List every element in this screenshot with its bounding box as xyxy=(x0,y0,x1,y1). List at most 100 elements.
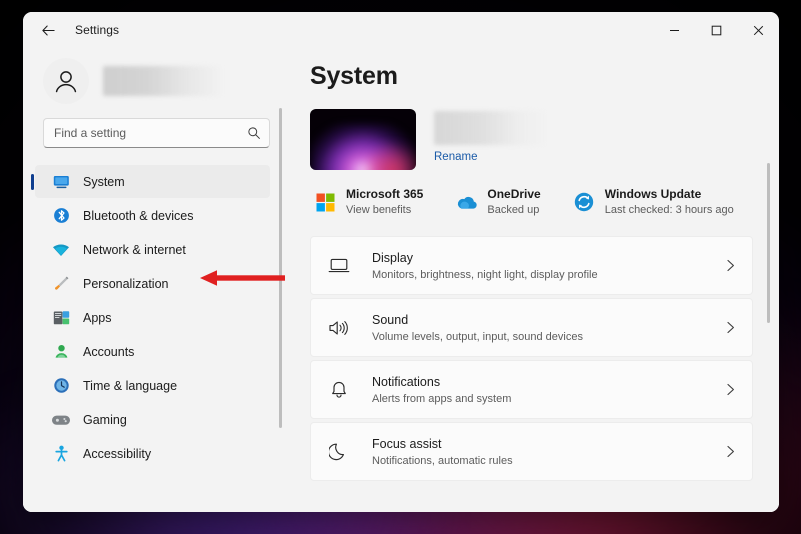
sidebar-item-label: Bluetooth & devices xyxy=(83,208,194,223)
monitor-outline-icon xyxy=(325,254,353,278)
apps-grid-icon xyxy=(51,309,71,327)
bluetooth-icon xyxy=(51,207,71,225)
sidebar-item-label: Apps xyxy=(83,310,112,325)
account-person-icon xyxy=(51,343,71,361)
sidebar-item-system[interactable]: System xyxy=(35,165,270,198)
status-card-onedrive[interactable]: OneDrive Backed up xyxy=(451,184,546,220)
chevron-right-icon xyxy=(723,383,737,396)
sidebar-item-accounts[interactable]: Accounts xyxy=(35,335,270,368)
status-card-subtitle: View benefits xyxy=(346,204,412,217)
maximize-button[interactable] xyxy=(695,12,737,48)
sidebar-item-accessibility[interactable]: Accessibility xyxy=(35,437,270,470)
window-controls xyxy=(653,12,779,48)
gamepad-icon xyxy=(51,411,71,429)
main-content: System Rename Microsoft 365 View benefit… xyxy=(288,48,779,512)
setting-row-subtitle: Volume levels, output, input, sound devi… xyxy=(372,330,583,343)
setting-row-title: Focus assist xyxy=(372,436,442,451)
minimize-button[interactable] xyxy=(653,12,695,48)
status-card-title: Microsoft 365 xyxy=(346,187,424,201)
status-card-subtitle: Last checked: 3 hours ago xyxy=(604,204,734,217)
speaker-icon xyxy=(325,316,353,340)
sidebar: System Bluetooth & devices xyxy=(23,48,288,512)
settings-list: Display Monitors, brightness, night ligh… xyxy=(310,236,753,484)
setting-row-subtitle: Alerts from apps and system xyxy=(372,392,512,405)
desktop-background: Settings Find a setting System Bluetooth… xyxy=(0,0,801,534)
onedrive-cloud-icon xyxy=(454,190,478,214)
window-body: System Bluetooth & devices xyxy=(23,48,779,512)
person-icon xyxy=(55,71,77,93)
setting-row-text: Notifications Alerts from apps and syste… xyxy=(372,374,723,407)
thumbnail-glow-red xyxy=(362,142,416,170)
close-icon xyxy=(753,25,763,35)
setting-row-title: Display xyxy=(372,250,413,265)
rename-link[interactable]: Rename xyxy=(434,151,477,163)
sidebar-item-apps[interactable]: Apps xyxy=(35,301,270,334)
maximize-icon xyxy=(711,25,721,35)
status-card-subtitle: Backed up xyxy=(487,204,540,217)
account-name-redacted xyxy=(103,66,223,96)
search-icon[interactable] xyxy=(247,126,261,140)
chevron-right-icon xyxy=(723,445,737,458)
sidebar-item-gaming[interactable]: Gaming xyxy=(35,403,270,436)
main-scrollbar[interactable] xyxy=(767,163,770,323)
status-cards: Microsoft 365 View benefits OneDrive Bac… xyxy=(310,184,753,220)
sidebar-item-label: Gaming xyxy=(83,412,127,427)
status-card-title: OneDrive xyxy=(487,187,541,201)
setting-row-text: Focus assist Notifications, automatic ru… xyxy=(372,436,723,469)
paintbrush-icon xyxy=(51,275,71,293)
titlebar-title: Settings xyxy=(75,23,120,37)
sidebar-item-label: System xyxy=(83,174,125,189)
status-card-windows-update[interactable]: Windows Update Last checked: 3 hours ago xyxy=(569,184,740,220)
monitor-icon xyxy=(51,173,71,191)
search-input[interactable] xyxy=(54,126,247,140)
moon-icon xyxy=(325,440,353,464)
sidebar-item-label: Network & internet xyxy=(83,242,186,257)
wifi-icon xyxy=(51,241,71,259)
setting-row-text: Display Monitors, brightness, night ligh… xyxy=(372,250,723,283)
device-name-redacted xyxy=(434,111,547,145)
setting-row-focus-assist[interactable]: Focus assist Notifications, automatic ru… xyxy=(310,422,753,482)
setting-row-text: Sound Volume levels, output, input, soun… xyxy=(372,312,723,345)
setting-row-title: Notifications xyxy=(372,374,441,389)
microsoft-logo-icon xyxy=(313,190,337,214)
avatar xyxy=(43,58,89,104)
bell-icon xyxy=(325,378,353,402)
search-box[interactable] xyxy=(43,118,270,148)
minimize-icon xyxy=(669,29,679,31)
status-card-text: OneDrive Backed up xyxy=(487,187,540,217)
sidebar-nav: System Bluetooth & devices Network & int… xyxy=(27,164,288,512)
sidebar-item-label: Time & language xyxy=(83,378,178,393)
page-title: System xyxy=(310,62,398,90)
device-wallpaper-thumbnail xyxy=(310,109,416,170)
back-arrow-icon xyxy=(41,24,55,36)
sidebar-item-label: Accounts xyxy=(83,344,135,359)
sidebar-item-label: Accessibility xyxy=(83,446,152,461)
windows-update-sync-icon xyxy=(572,190,596,214)
sidebar-item-network-internet[interactable]: Network & internet xyxy=(35,233,270,266)
status-card-text: Windows Update Last checked: 3 hours ago xyxy=(605,187,734,217)
close-button[interactable] xyxy=(737,12,779,48)
accessibility-icon xyxy=(51,445,71,463)
status-card-text: Microsoft 365 View benefits xyxy=(346,187,423,217)
setting-row-subtitle: Notifications, automatic rules xyxy=(372,454,513,467)
chevron-right-icon xyxy=(723,321,737,334)
chevron-right-icon xyxy=(723,259,737,272)
sidebar-item-bluetooth-devices[interactable]: Bluetooth & devices xyxy=(35,199,270,232)
setting-row-subtitle: Monitors, brightness, night light, displ… xyxy=(372,268,598,281)
sidebar-item-time-language[interactable]: Time & language xyxy=(35,369,270,402)
sidebar-item-label: Personalization xyxy=(83,276,169,291)
setting-row-title: Sound xyxy=(372,312,409,327)
settings-window: Settings Find a setting System Bluetooth… xyxy=(23,12,779,512)
sidebar-item-personalization[interactable]: Personalization xyxy=(35,267,270,300)
back-button[interactable] xyxy=(31,15,65,45)
setting-row-display[interactable]: Display Monitors, brightness, night ligh… xyxy=(310,236,753,296)
status-card-title: Windows Update xyxy=(604,187,702,201)
sidebar-scrollbar[interactable] xyxy=(279,108,282,428)
account-section[interactable] xyxy=(27,48,288,116)
setting-row-notifications[interactable]: Notifications Alerts from apps and syste… xyxy=(310,360,753,420)
setting-row-sound[interactable]: Sound Volume levels, output, input, soun… xyxy=(310,298,753,358)
device-info: Rename xyxy=(434,109,547,165)
device-summary: Rename xyxy=(310,109,753,170)
status-card-microsoft-365[interactable]: Microsoft 365 View benefits xyxy=(310,184,429,220)
clock-globe-icon xyxy=(51,377,71,395)
